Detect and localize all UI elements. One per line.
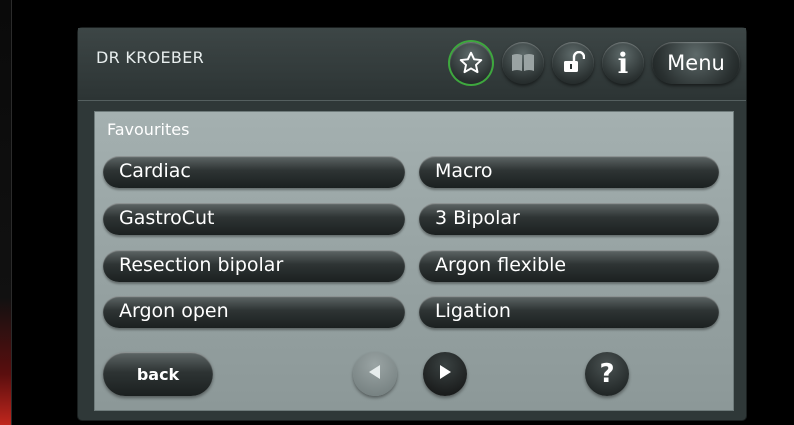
previous-page-button[interactable] [353,352,397,396]
user-name: DR KROEBER [96,48,205,67]
next-page-button[interactable] [423,352,467,396]
program-button-argon-flexible[interactable]: Argon flexible [419,250,719,282]
menu-button[interactable]: Menu [652,42,740,84]
device-screen: DR KROEBER i Menu Favourites Cardiac Mac… [78,28,746,420]
lock-button[interactable] [552,42,594,84]
program-button-argon-open[interactable]: Argon open [103,296,405,328]
program-button-macro[interactable]: Macro [419,156,719,188]
program-button-cardiac[interactable]: Cardiac [103,156,405,188]
lock-icon [561,51,585,75]
help-button[interactable]: ? [585,352,629,396]
program-button-gastrocut[interactable]: GastroCut [103,203,405,235]
info-button[interactable]: i [602,42,644,84]
star-icon [458,50,484,76]
favourites-button[interactable] [450,42,492,84]
book-icon [510,52,536,74]
left-background-strip [0,0,12,425]
strip-divider [11,0,12,425]
program-button-resection-bipolar[interactable]: Resection bipolar [103,250,405,282]
question-mark-icon: ? [599,359,615,389]
program-button-3-bipolar[interactable]: 3 Bipolar [419,203,719,235]
panel-title: Favourites [107,120,190,139]
info-label: i [617,46,629,80]
program-button-ligation[interactable]: Ligation [419,296,719,328]
library-button[interactable] [502,42,544,84]
header-bar: DR KROEBER i Menu [78,28,746,101]
favourites-panel: Favourites Cardiac Macro GastroCut 3 Bip… [94,111,734,411]
back-button[interactable]: back [103,352,213,396]
menu-label: Menu [667,51,725,75]
triangle-right-icon [435,362,455,386]
triangle-left-icon [365,362,385,386]
